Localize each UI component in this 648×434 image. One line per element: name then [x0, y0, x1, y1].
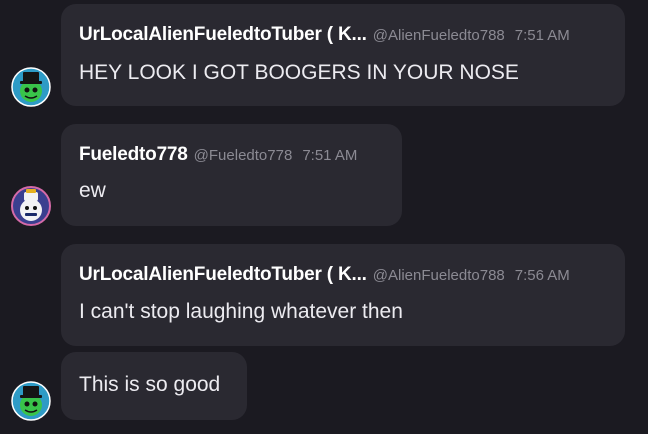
message-time: 7:51 AM [302, 147, 358, 164]
author-handle[interactable]: @Fueledto778 [194, 147, 293, 164]
message-text: HEY LOOK I GOT BOOGERS IN YOUR NOSE [79, 61, 519, 84]
message-bubble[interactable]: UrLocalAlienFueledtoTuber ( K... @AlienFu… [61, 4, 625, 106]
message-text: This is so good [79, 373, 221, 396]
author-name[interactable]: UrLocalAlienFueledtoTuber ( K... [79, 264, 367, 285]
message-header: UrLocalAlienFueledtoTuber ( K... @AlienFu… [79, 264, 570, 286]
message-header: Fueledto778 @Fueledto778 7:51 AM [79, 144, 357, 166]
green-alien-avatar-icon [11, 67, 51, 107]
author-name[interactable]: UrLocalAlienFueledtoTuber ( K... [79, 24, 367, 45]
author-handle[interactable]: @AlienFueledto788 [373, 267, 505, 284]
message-time: 7:56 AM [514, 267, 570, 284]
author-name[interactable]: Fueledto778 [79, 144, 188, 165]
white-bird-avatar-icon [11, 186, 51, 226]
user-avatar[interactable] [11, 67, 51, 107]
message-text: I can't stop laughing whatever then [79, 300, 403, 323]
user-avatar[interactable] [11, 381, 51, 421]
message-feed: UrLocalAlienFueledtoTuber ( K... @AlienFu… [0, 0, 648, 434]
message-bubble[interactable]: UrLocalAlienFueledtoTuber ( K... @AlienFu… [61, 244, 625, 346]
message-bubble[interactable]: This is so good [61, 352, 247, 420]
message-text: ew [79, 179, 106, 202]
author-handle[interactable]: @AlienFueledto788 [373, 27, 505, 44]
green-alien-avatar-icon [11, 381, 51, 421]
message-header: UrLocalAlienFueledtoTuber ( K... @AlienFu… [79, 24, 570, 46]
message-time: 7:51 AM [514, 27, 570, 44]
message-bubble[interactable]: Fueledto778 @Fueledto778 7:51 AM ew [61, 124, 402, 226]
user-avatar[interactable] [11, 186, 51, 226]
